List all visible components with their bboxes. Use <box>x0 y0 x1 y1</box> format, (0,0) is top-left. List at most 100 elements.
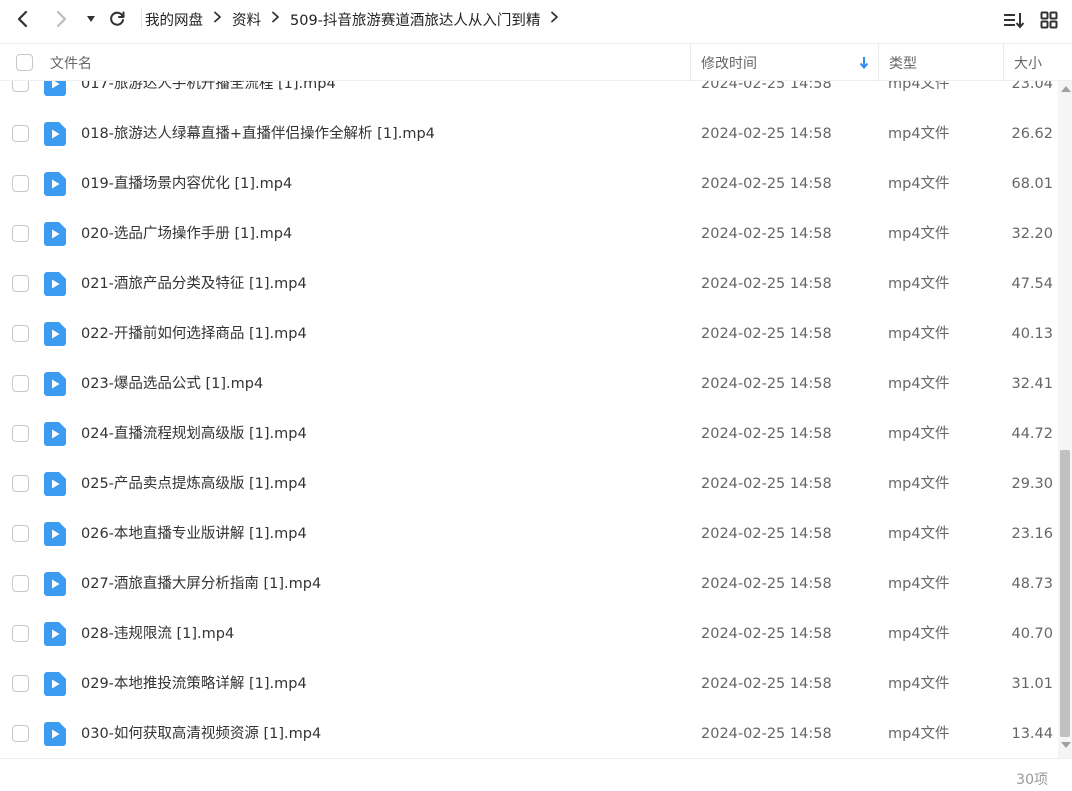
row-checkbox[interactable] <box>12 175 29 192</box>
file-name[interactable]: 025-产品卖点提炼高级版 [1].mp4 <box>81 459 307 509</box>
column-header-modified[interactable]: 修改时间 <box>701 44 877 81</box>
chevron-left-icon <box>17 10 28 28</box>
file-modified-time: 2024-02-25 14:58 <box>701 526 832 542</box>
file-name[interactable]: 022-开播前如何选择商品 [1].mp4 <box>81 309 307 359</box>
file-type: mp4文件 <box>888 126 950 142</box>
video-file-icon <box>44 572 66 596</box>
breadcrumb-item-folder[interactable]: 资料 <box>232 9 261 30</box>
file-type: mp4文件 <box>888 326 950 342</box>
file-size: 44.72 <box>1011 426 1053 442</box>
row-checkbox[interactable] <box>12 325 29 342</box>
scroll-down-arrow-icon[interactable] <box>1061 742 1071 748</box>
sort-list-icon <box>1004 13 1025 29</box>
file-name[interactable]: 023-爆品选品公式 [1].mp4 <box>81 359 263 409</box>
file-modified-time: 2024-02-25 14:58 <box>701 81 832 92</box>
file-modified-time: 2024-02-25 14:58 <box>701 276 832 292</box>
caret-down-icon <box>87 16 95 22</box>
file-name[interactable]: 024-直播流程规划高级版 [1].mp4 <box>81 409 307 459</box>
scrollbar-thumb[interactable] <box>1060 450 1070 737</box>
file-row[interactable]: 025-产品卖点提炼高级版 [1].mp4 2024-02-25 14:58 mp4… <box>0 459 1058 509</box>
file-name[interactable]: 028-违规限流 [1].mp4 <box>81 609 234 659</box>
file-size: 13.44 <box>1011 726 1053 742</box>
video-file-icon <box>44 222 66 246</box>
column-resizer[interactable] <box>690 44 691 81</box>
video-file-icon <box>44 172 66 196</box>
row-checkbox[interactable] <box>12 125 29 142</box>
file-name[interactable]: 017-旅游达人手机开播全流程 [1].mp4 <box>81 81 336 109</box>
file-row[interactable]: 029-本地推投流策略详解 [1].mp4 2024-02-25 14:58 mp4… <box>0 659 1058 709</box>
sort-button[interactable] <box>1002 8 1026 32</box>
column-resizer[interactable] <box>878 44 879 81</box>
breadcrumb-separator-icon <box>550 11 559 27</box>
file-name[interactable]: 029-本地推投流策略详解 [1].mp4 <box>81 659 307 709</box>
file-row[interactable]: 026-本地直播专业版讲解 [1].mp4 2024-02-25 14:58 mp4… <box>0 509 1058 559</box>
file-modified-time: 2024-02-25 14:58 <box>701 726 832 742</box>
file-name[interactable]: 020-选品广场操作手册 [1].mp4 <box>81 209 292 259</box>
column-header-name[interactable]: 文件名 <box>50 44 690 81</box>
file-modified-time: 2024-02-25 14:58 <box>701 226 832 242</box>
video-file-icon <box>44 522 66 546</box>
toolbar-divider <box>141 9 142 29</box>
file-name[interactable]: 019-直播场景内容优化 [1].mp4 <box>81 159 292 209</box>
row-checkbox[interactable] <box>12 575 29 592</box>
row-checkbox[interactable] <box>12 225 29 242</box>
file-row[interactable]: 021-酒旅产品分类及特征 [1].mp4 2024-02-25 14:58 mp4… <box>0 259 1058 309</box>
file-name[interactable]: 018-旅游达人绿幕直播+直播伴侣操作全解析 [1].mp4 <box>81 109 435 159</box>
video-file-icon <box>44 272 66 296</box>
file-row[interactable]: 027-酒旅直播大屏分析指南 [1].mp4 2024-02-25 14:58 mp… <box>0 559 1058 609</box>
column-header-size[interactable]: 大小 <box>1014 44 1072 81</box>
file-row[interactable]: 019-直播场景内容优化 [1].mp4 2024-02-25 14:58 mp4文… <box>0 159 1058 209</box>
file-row[interactable]: 020-选品广场操作手册 [1].mp4 2024-02-25 14:58 mp4文… <box>0 209 1058 259</box>
row-checkbox[interactable] <box>12 275 29 292</box>
forward-button[interactable] <box>48 6 74 32</box>
view-toggle-button[interactable] <box>1037 8 1061 32</box>
back-button[interactable] <box>10 6 36 32</box>
file-name[interactable]: 021-酒旅产品分类及特征 [1].mp4 <box>81 259 307 309</box>
breadcrumb-separator-icon <box>271 11 280 27</box>
video-file-icon <box>44 622 66 646</box>
row-checkbox[interactable] <box>12 81 29 92</box>
column-header-type[interactable]: 类型 <box>889 44 1003 81</box>
breadcrumb: 我的网盘 资料 509-抖音旅游赛道酒旅达人从入门到精 <box>145 0 569 38</box>
file-type: mp4文件 <box>888 376 950 392</box>
file-modified-time: 2024-02-25 14:58 <box>701 126 832 142</box>
file-name[interactable]: 027-酒旅直播大屏分析指南 [1].mp4 <box>81 559 321 609</box>
toolbar: 我的网盘 资料 509-抖音旅游赛道酒旅达人从入门到精 <box>0 0 1072 38</box>
file-modified-time: 2024-02-25 14:58 <box>701 576 832 592</box>
file-row[interactable]: 018-旅游达人绿幕直播+直播伴侣操作全解析 [1].mp4 2024-02-25… <box>0 109 1058 159</box>
file-type: mp4文件 <box>888 276 950 292</box>
file-name[interactable]: 030-如何获取高清视频资源 [1].mp4 <box>81 709 321 758</box>
refresh-button[interactable] <box>104 6 130 32</box>
item-count: 30项 <box>1016 772 1048 788</box>
file-size: 23.16 <box>1011 526 1053 542</box>
file-row[interactable]: 022-开播前如何选择商品 [1].mp4 2024-02-25 14:58 mp4… <box>0 309 1058 359</box>
file-row[interactable]: 023-爆品选品公式 [1].mp4 2024-02-25 14:58 mp4文件 3… <box>0 359 1058 409</box>
history-dropdown-button[interactable] <box>78 6 104 32</box>
file-modified-time: 2024-02-25 14:58 <box>701 476 832 492</box>
file-size: 40.70 <box>1011 626 1053 642</box>
file-modified-time: 2024-02-25 14:58 <box>701 376 832 392</box>
row-checkbox[interactable] <box>12 525 29 542</box>
file-row[interactable]: 017-旅游达人手机开播全流程 [1].mp4 2024-02-25 14:58 m… <box>0 81 1058 109</box>
video-file-icon <box>44 122 66 146</box>
row-checkbox[interactable] <box>12 725 29 742</box>
breadcrumb-item-current[interactable]: 509-抖音旅游赛道酒旅达人从入门到精 <box>290 9 540 30</box>
row-checkbox[interactable] <box>12 375 29 392</box>
file-row[interactable]: 028-违规限流 [1].mp4 2024-02-25 14:58 mp4文件 40.… <box>0 609 1058 659</box>
row-checkbox[interactable] <box>12 425 29 442</box>
scroll-up-arrow-icon[interactable] <box>1061 86 1071 92</box>
video-file-icon <box>44 322 66 346</box>
file-list: 017-旅游达人手机开播全流程 [1].mp4 2024-02-25 14:58 m… <box>0 81 1058 758</box>
breadcrumb-item-home[interactable]: 我的网盘 <box>145 9 203 30</box>
row-checkbox[interactable] <box>12 475 29 492</box>
file-name[interactable]: 026-本地直播专业版讲解 [1].mp4 <box>81 509 307 559</box>
column-resizer[interactable] <box>1003 44 1004 81</box>
file-row[interactable]: 024-直播流程规划高级版 [1].mp4 2024-02-25 14:58 mp4… <box>0 409 1058 459</box>
row-checkbox[interactable] <box>12 625 29 642</box>
status-bar: 30项 <box>0 758 1072 791</box>
select-all-checkbox[interactable] <box>16 54 33 71</box>
file-row[interactable]: 030-如何获取高清视频资源 [1].mp4 2024-02-25 14:58 mp… <box>0 709 1058 758</box>
row-checkbox[interactable] <box>12 675 29 692</box>
file-size: 40.13 <box>1011 326 1053 342</box>
video-file-icon <box>44 472 66 496</box>
